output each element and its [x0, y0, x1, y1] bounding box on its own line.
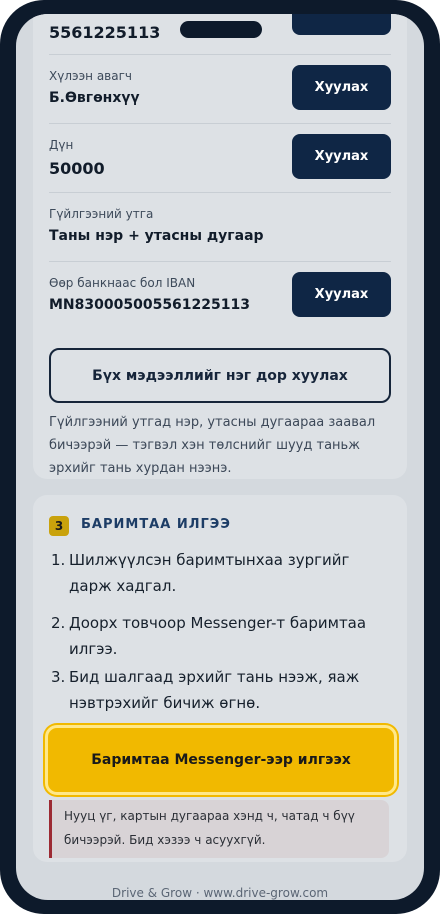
phone-frame: 5561225113 Хүлээн авагч Б.Өвгөнхүү Хуула… [0, 0, 440, 914]
send-receipt-card: 3 БАРИМТАА ИЛГЭЭ 1. Шилжүүлсэн баримтынх… [33, 495, 407, 862]
recipient-row: Хүлээн авагч Б.Өвгөнхүү Хуулах [49, 54, 391, 123]
list-item-text: Бид шалгаад эрхийг тань нээж, яаж нэвтрэ… [69, 668, 360, 712]
security-warning: Нууц үг, картын дугаараа хэнд ч, чатад ч… [49, 800, 389, 858]
list-item-text: Шилжүүлсэн баримтынхаа зургийг дарж хадг… [69, 551, 350, 595]
copy-amount-button[interactable]: Хуулах [292, 134, 391, 179]
list-item-text: Доорх товчоор Messenger-т баримтаа илгээ… [69, 614, 367, 658]
amount-value: 50000 [49, 159, 105, 178]
send-via-messenger-button[interactable]: Баримтаа Messenger-ээр илгээх [45, 725, 397, 795]
payment-details-card: 5561225113 Хүлээн авагч Б.Өвгөнхүү Хуула… [33, 14, 407, 479]
reference-value: Таны нэр + утасны дугаар [49, 228, 264, 244]
copy-iban-button[interactable]: Хуулах [292, 272, 391, 317]
reference-note: Гүйлгээний утгад нэр, утасны дугаараа за… [49, 415, 376, 476]
screen[interactable]: 5561225113 Хүлээн авагч Б.Өвгөнхүү Хуула… [16, 14, 424, 900]
list-item-number: 3. [51, 668, 66, 686]
list-item: 2. Доорх товчоор Messenger-т баримтаа ил… [51, 610, 391, 662]
copy-recipient-button[interactable]: Хуулах [292, 65, 391, 110]
list-item-number: 2. [51, 614, 66, 632]
iban-row: Өөр банкнаас бол IBAN MN8300050055612251… [49, 261, 391, 330]
list-item: 3. Бид шалгаад эрхийг тань нээж, яаж нэв… [51, 664, 391, 716]
copy-all-button[interactable]: Бүх мэдээллийг нэг дор хуулах [49, 348, 391, 403]
step-number-badge: 3 [49, 516, 69, 536]
amount-row: Дүн 50000 Хуулах [49, 123, 391, 192]
list-item: 1. Шилжүүлсэн баримтынхаа зургийг дарж х… [51, 547, 391, 599]
list-item-number: 1. [51, 551, 66, 569]
iban-value: MN830005005561225113 [49, 297, 250, 313]
copy-account-button[interactable] [292, 14, 391, 35]
step-title: БАРИМТАА ИЛГЭЭ [81, 517, 231, 532]
amount-label: Дүн [49, 138, 74, 152]
recipient-value: Б.Өвгөнхүү [49, 90, 140, 106]
recipient-label: Хүлээн авагч [49, 69, 132, 83]
footer-text: Drive & Grow · www.drive-grow.com [111, 886, 329, 900]
reference-label: Гүйлгээний утга [49, 207, 154, 221]
camera-notch [180, 21, 262, 38]
reference-row: Гүйлгээний утга Таны нэр + утасны дугаар [49, 192, 391, 261]
iban-label: Өөр банкнаас бол IBAN [49, 276, 196, 290]
account-number-value: 5561225113 [49, 23, 161, 42]
